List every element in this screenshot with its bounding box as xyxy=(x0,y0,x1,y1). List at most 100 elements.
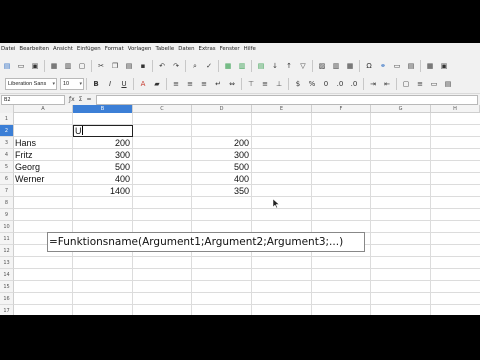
cell-a4[interactable]: Fritz xyxy=(14,149,72,161)
align-bottom-icon[interactable]: ⊥ xyxy=(274,79,284,89)
column-icon[interactable]: ▥ xyxy=(237,61,247,71)
autofilter-icon[interactable]: ▽ xyxy=(298,61,308,71)
sort-icon[interactable]: ▤ xyxy=(256,61,266,71)
row-header[interactable]: 15 xyxy=(0,281,14,293)
hyperlink-icon[interactable]: ⚭ xyxy=(378,61,388,71)
cell-d5[interactable]: 500 xyxy=(192,161,251,173)
bold-icon[interactable]: B xyxy=(91,79,101,89)
cell-b5[interactable]: 500 xyxy=(73,161,132,173)
name-box[interactable]: B2 xyxy=(1,94,65,105)
background-color-icon[interactable]: ▰ xyxy=(152,79,162,89)
export-pdf-icon[interactable]: ▦ xyxy=(49,61,59,71)
cell-d4[interactable]: 300 xyxy=(192,149,251,161)
cut-icon[interactable]: ✂ xyxy=(96,61,106,71)
row-header[interactable]: 2 xyxy=(0,125,14,137)
row-header[interactable]: 10 xyxy=(0,221,14,233)
increase-indent-icon[interactable]: ⇥ xyxy=(368,79,378,89)
cell-a3[interactable]: Hans xyxy=(14,137,72,149)
row-header[interactable]: 17 xyxy=(0,305,14,315)
row-header[interactable]: 3 xyxy=(0,137,14,149)
decrease-indent-icon[interactable]: ⇤ xyxy=(382,79,392,89)
insert-image-icon[interactable]: ▨ xyxy=(317,61,327,71)
row-header[interactable]: 14 xyxy=(0,269,14,281)
menu-einfuegen[interactable]: Einfügen xyxy=(77,43,101,56)
select-all-corner[interactable] xyxy=(0,105,14,113)
cell-a6[interactable]: Werner xyxy=(14,173,72,185)
merge-center-icon[interactable]: ⇔ xyxy=(227,79,237,89)
cell-grid[interactable]: U Hans 200 200 Fritz 300 300 Georg 500 5… xyxy=(14,113,480,315)
menu-daten[interactable]: Daten xyxy=(178,43,194,56)
comment-icon[interactable]: ▭ xyxy=(392,61,402,71)
row-header[interactable]: 4 xyxy=(0,149,14,161)
clone-formatting-icon[interactable]: ▪ xyxy=(138,61,148,71)
cell-b7[interactable]: 1400 xyxy=(73,185,132,197)
cell-d7[interactable]: 350 xyxy=(192,185,251,197)
cell-a5[interactable]: Georg xyxy=(14,161,72,173)
border-color-icon[interactable]: ▭ xyxy=(429,79,439,89)
open-folder-icon[interactable]: ▭ xyxy=(16,61,26,71)
sum-icon[interactable]: Σ xyxy=(79,95,83,105)
row-header[interactable]: 8 xyxy=(0,197,14,209)
menu-hilfe[interactable]: Hilfe xyxy=(244,43,256,56)
row-header[interactable]: 7 xyxy=(0,185,14,197)
align-right-icon[interactable]: ≡ xyxy=(199,79,209,89)
align-top-icon[interactable]: ⊤ xyxy=(246,79,256,89)
borders-icon[interactable]: ▢ xyxy=(401,79,411,89)
find-replace-icon[interactable]: ⌕ xyxy=(190,61,200,71)
special-character-icon[interactable]: Ω xyxy=(364,61,374,71)
insert-chart-icon[interactable]: ▥ xyxy=(331,61,341,71)
paste-icon[interactable]: ▤ xyxy=(124,61,134,71)
split-window-icon[interactable]: ▣ xyxy=(439,61,449,71)
percent-format-icon[interactable]: % xyxy=(307,79,317,89)
column-header-a[interactable]: A xyxy=(14,105,73,113)
menu-fenster[interactable]: Fenster xyxy=(220,43,240,56)
row-header[interactable]: 5 xyxy=(0,161,14,173)
save-icon[interactable]: ▣ xyxy=(30,61,40,71)
conditional-format-icon[interactable]: ▤ xyxy=(443,79,453,89)
headers-footers-icon[interactable]: ▤ xyxy=(406,61,416,71)
font-color-icon[interactable]: A xyxy=(138,79,148,89)
align-middle-icon[interactable]: ≡ xyxy=(260,79,270,89)
column-header-d[interactable]: D xyxy=(192,105,252,113)
menu-vorlagen[interactable]: Vorlagen xyxy=(128,43,152,56)
currency-format-icon[interactable]: $ xyxy=(293,79,303,89)
font-size-combo[interactable]: 10 ▾ xyxy=(60,78,84,90)
wrap-text-icon[interactable]: ↵ xyxy=(213,79,223,89)
menu-tabelle[interactable]: Tabelle xyxy=(155,43,174,56)
print-icon[interactable]: ▥ xyxy=(63,61,73,71)
row-header[interactable]: 13 xyxy=(0,257,14,269)
row-header[interactable]: 12 xyxy=(0,245,14,257)
function-wizard-icon[interactable]: ƒx xyxy=(69,95,75,105)
column-header-e[interactable]: E xyxy=(252,105,312,113)
delete-decimal-icon[interactable]: .0 xyxy=(349,79,359,89)
column-header-c[interactable]: C xyxy=(133,105,192,113)
sort-ascending-icon[interactable]: ↓ xyxy=(270,61,280,71)
formula-icon[interactable]: = xyxy=(86,95,91,105)
new-document-icon[interactable]: ▤ xyxy=(2,61,12,71)
sort-descending-icon[interactable]: ↑ xyxy=(284,61,294,71)
copy-icon[interactable]: ❐ xyxy=(110,61,120,71)
cell-d3[interactable]: 200 xyxy=(192,137,251,149)
spelling-icon[interactable]: ✓ xyxy=(204,61,214,71)
column-header-h[interactable]: H xyxy=(431,105,480,113)
column-header-g[interactable]: G xyxy=(371,105,431,113)
cell-b4[interactable]: 300 xyxy=(73,149,132,161)
row-header[interactable]: 1 xyxy=(0,113,14,125)
undo-icon[interactable]: ↶ xyxy=(157,61,167,71)
cell-b6[interactable]: 400 xyxy=(73,173,132,185)
align-center-icon[interactable]: ≡ xyxy=(185,79,195,89)
row-header[interactable]: 6 xyxy=(0,173,14,185)
number-format-icon[interactable]: 0 xyxy=(321,79,331,89)
menu-extras[interactable]: Extras xyxy=(199,43,216,56)
row-header[interactable]: 16 xyxy=(0,293,14,305)
row-header[interactable]: 11 xyxy=(0,233,14,245)
row-header[interactable]: 9 xyxy=(0,209,14,221)
menu-bearbeiten[interactable]: Bearbeiten xyxy=(19,43,49,56)
border-style-icon[interactable]: ≡ xyxy=(415,79,425,89)
cell-b3[interactable]: 200 xyxy=(73,137,132,149)
menu-datei[interactable]: Datei xyxy=(1,43,15,56)
column-header-b[interactable]: B xyxy=(73,105,133,113)
print-preview-icon[interactable]: ▢ xyxy=(77,61,87,71)
column-header-f[interactable]: F xyxy=(312,105,371,113)
menu-ansicht[interactable]: Ansicht xyxy=(53,43,73,56)
